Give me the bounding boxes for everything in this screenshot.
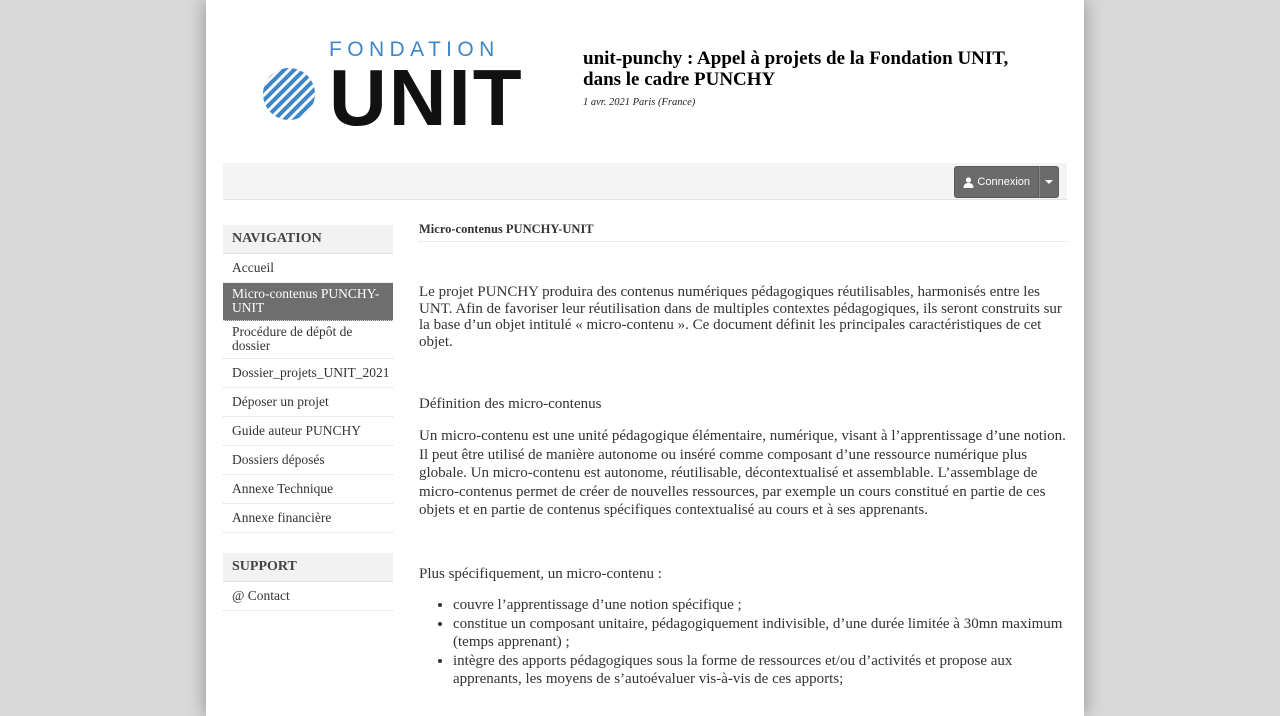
sidebar-item-label: Annexe financière [232, 509, 332, 525]
definition-paragraph: Un micro-contenu est une unité pédagogiq… [419, 428, 1066, 519]
navigation-header: NAVIGATION [223, 225, 393, 254]
list-item: couvre l’apprentissage d’une notion spéc… [453, 596, 1067, 615]
sidebar-item-accueil[interactable]: Accueil [223, 254, 393, 283]
content-title: Micro-contenus PUNCHY-UNIT [419, 222, 1067, 242]
page-container: FONDATION UNIT unit-punchy: Appel à pro… [206, 0, 1084, 716]
sidebar-item-contact[interactable]: @ Contact [223, 582, 393, 611]
caret-down-icon [1045, 180, 1053, 184]
login-dropdown-toggle[interactable] [1039, 166, 1059, 198]
user-icon [963, 176, 974, 188]
sidebar-item-label: Guide auteur PUNCHY [232, 422, 361, 438]
sidebar-item-dossiers-deposes[interactable]: Dossiers déposés [223, 446, 393, 475]
intro-paragraph: Le projet PUNCHY produira des contenus n… [419, 284, 1062, 350]
top-toolbar: Connexion [223, 163, 1067, 200]
characteristics-list: couvre l’apprentissage d’une notion spéc… [419, 596, 1067, 689]
sidebar: NAVIGATION Accueil Micro-contenus PUNCHY… [223, 225, 393, 611]
logo-unit-word: UNIT [329, 53, 524, 142]
event-date: 1 avr. 2021 Paris (France) [583, 97, 696, 108]
sidebar-item-label: Annexe Technique [232, 480, 334, 496]
sidebar-item-deposer-projet[interactable]: Déposer un projet [223, 388, 393, 417]
support-header: SUPPORT [223, 553, 393, 582]
sidebar-item-procedure-depot[interactable]: Procédure de dépôt de dossier [223, 321, 393, 359]
sidebar-item-label: Dossier_projets_UNIT_2021 [232, 364, 390, 380]
main-content: Micro-contenus PUNCHY-UNIT Le projet PUN… [419, 222, 1067, 689]
sidebar-item-label: Procédure de dépôt de dossier [232, 324, 353, 353]
login-button-group: Connexion [954, 166, 1059, 198]
sidebar-item-dossier-projets[interactable]: Dossier_projets_UNIT_2021 [223, 359, 393, 388]
sidebar-item-annexe-technique[interactable]: Annexe Technique [223, 475, 393, 504]
sidebar-item-label: Accueil [232, 259, 274, 275]
sidebar-item-label: Déposer un projet [232, 393, 329, 409]
login-label: Connexion [977, 176, 1030, 188]
fondation-unit-logo[interactable]: FONDATION UNIT [262, 38, 524, 138]
specific-intro: Plus spécifiquement, un micro-contenu : [419, 565, 662, 582]
list-item: intègre des apports pédagogiques sous la… [453, 652, 1067, 689]
sidebar-item-label: @ Contact [232, 587, 290, 603]
sidebar-item-micro-contenus[interactable]: Micro-contenus PUNCHY-UNIT [223, 283, 393, 321]
sidebar-item-annexe-financiere[interactable]: Annexe financière [223, 504, 393, 533]
page-title: unit-punchy : Appel à projets de la Fond… [583, 48, 1009, 90]
sidebar-item-label: Micro-contenus PUNCHY-UNIT [232, 286, 380, 315]
list-item: constitue un composant unitaire, pédagog… [453, 615, 1067, 652]
definition-heading: Définition des micro-contenus [419, 396, 602, 412]
login-button[interactable]: Connexion [954, 166, 1039, 198]
sidebar-item-guide-auteur[interactable]: Guide auteur PUNCHY [223, 417, 393, 446]
sidebar-item-label: Dossiers déposés [232, 451, 325, 467]
logo-striped-circle-icon [263, 68, 315, 120]
